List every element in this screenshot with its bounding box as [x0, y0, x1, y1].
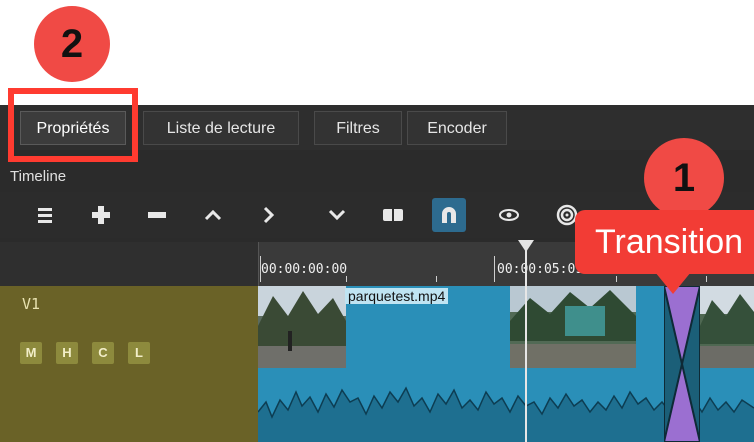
append-icon[interactable] [320, 198, 354, 232]
highlight-box-properties [8, 88, 138, 162]
clip-thumbnail-end [700, 286, 754, 368]
timecode-mid: 00:00:05:09 [497, 262, 584, 277]
ruler-spacer [0, 242, 258, 286]
scrub-eye-icon[interactable] [492, 198, 526, 232]
remove-icon[interactable] [140, 198, 174, 232]
menu-icon[interactable] [28, 198, 62, 232]
clip-thumbnail-start [258, 286, 346, 368]
mute-button[interactable]: M [20, 342, 42, 364]
clip-name: parquetest.mp4 [345, 288, 449, 304]
lock-button[interactable]: L [128, 342, 150, 364]
callout-pointer [655, 272, 691, 294]
tab-playlist[interactable]: Liste de lecture [143, 111, 299, 145]
ruler-tick [260, 256, 261, 282]
timeline-title: Timeline [10, 168, 67, 185]
ruler-tick [494, 256, 495, 282]
hide-button[interactable]: H [56, 342, 78, 364]
split-icon[interactable] [376, 198, 410, 232]
ruler-tick [616, 276, 617, 282]
playhead[interactable] [525, 242, 527, 442]
transition-callout: Transition [575, 210, 754, 274]
tab-filters[interactable]: Filtres [314, 111, 402, 145]
timecode-start: 00:00:00:00 [261, 262, 348, 277]
playhead-handle[interactable] [518, 240, 534, 252]
add-icon[interactable] [84, 198, 118, 232]
tab-encoder[interactable]: Encoder [407, 111, 507, 145]
step-badge-1: 1 [644, 138, 724, 218]
ruler-tick [436, 276, 437, 282]
transition-clip[interactable] [664, 286, 700, 442]
track-name: V1 [22, 295, 41, 313]
overwrite-icon[interactable] [252, 198, 286, 232]
lift-icon[interactable] [196, 198, 230, 232]
ruler-tick [706, 276, 707, 282]
composite-button[interactable]: C [92, 342, 114, 364]
ruler-tick [346, 276, 347, 282]
snap-magnet-icon[interactable] [432, 198, 466, 232]
clip-thumbnail-middle [510, 286, 636, 368]
step-badge-2: 2 [34, 6, 110, 82]
